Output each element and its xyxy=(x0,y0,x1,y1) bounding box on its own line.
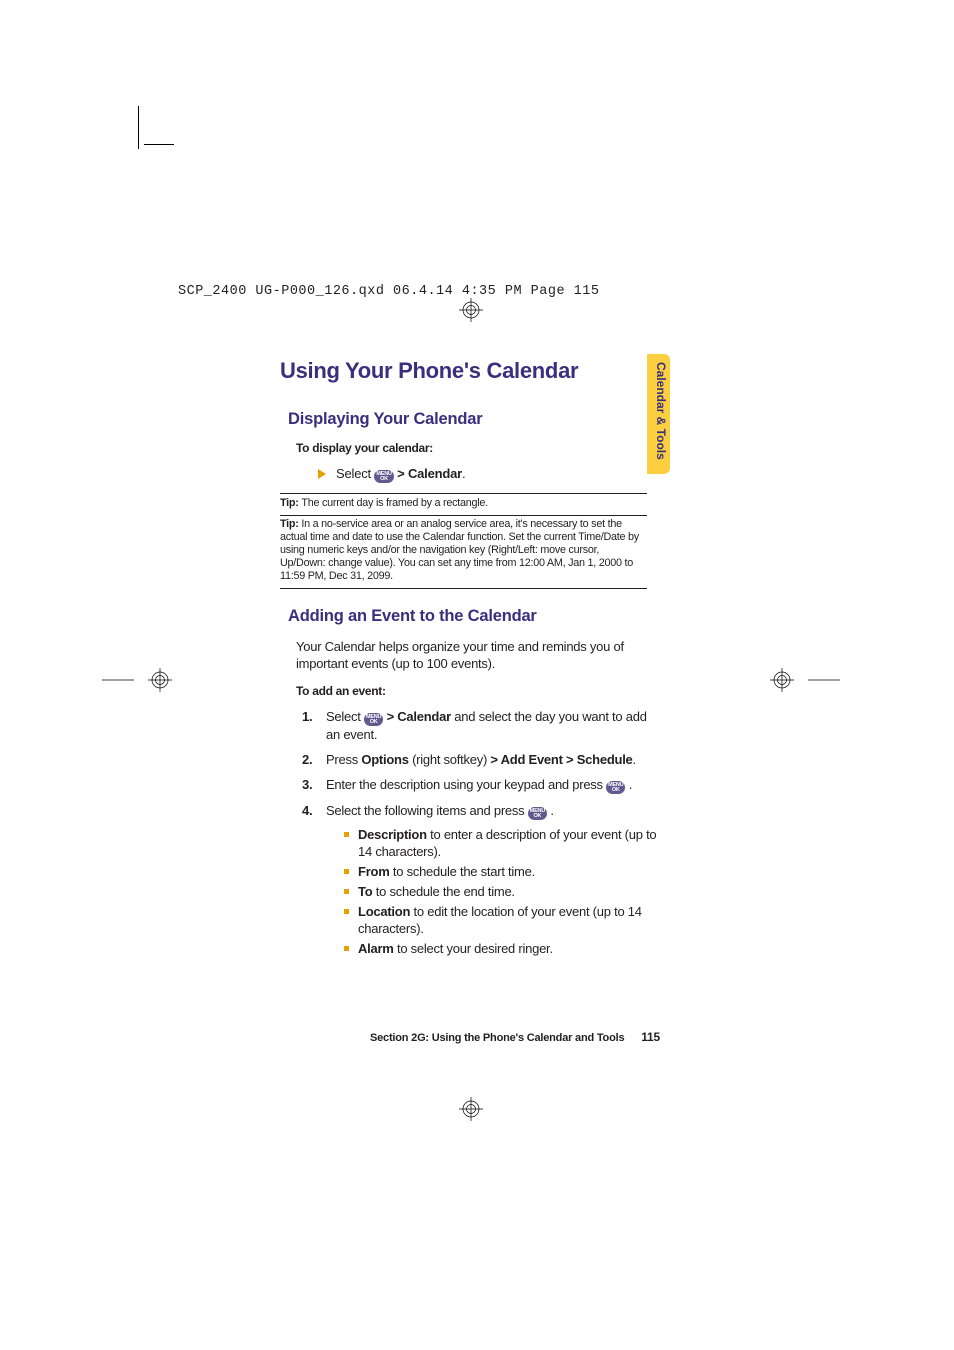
step-text: (right softkey) xyxy=(409,752,491,767)
step-bold: > Add Event > Schedule xyxy=(490,752,632,767)
action-end: . xyxy=(462,466,465,481)
list-item: To to schedule the end time. xyxy=(344,883,660,900)
register-mark-icon xyxy=(459,298,483,322)
menu-ok-button-icon xyxy=(528,807,547,820)
register-mark-right-icon xyxy=(770,668,840,692)
action-prefix: Select xyxy=(336,466,374,481)
bullet-term: Description xyxy=(358,827,427,842)
bullet-term: From xyxy=(358,864,390,879)
steps-list: Select > Calendar and select the day you… xyxy=(296,708,660,957)
tip-body: The current day is framed by a rectangle… xyxy=(301,497,488,509)
register-mark-bottom-icon xyxy=(459,1097,483,1121)
menu-ok-button-icon xyxy=(364,713,383,726)
menu-ok-button-icon xyxy=(606,781,625,794)
tip-label: Tip: xyxy=(280,518,301,530)
arrow-icon xyxy=(318,469,326,479)
page-number: 115 xyxy=(641,1030,660,1044)
section-heading-add: Adding an Event to the Calendar xyxy=(288,607,660,626)
step-text: . xyxy=(547,803,554,818)
step-1: Select > Calendar and select the day you… xyxy=(296,708,660,743)
step-text: Enter the description using your keypad … xyxy=(326,777,606,792)
tip-box-2: Tip: In a no-service area or an analog s… xyxy=(280,515,647,589)
action-bold: > Calendar xyxy=(394,466,462,481)
lead-add: To add an event: xyxy=(296,684,660,698)
step-2: Press Options (right softkey) > Add Even… xyxy=(296,751,660,768)
step-text: . xyxy=(625,777,632,792)
step-text: Select xyxy=(326,709,364,724)
job-line-text: SCP_2400 UG-P000_126.qxd 06.4.14 4:35 PM… xyxy=(178,284,599,299)
bullet-term: Alarm xyxy=(358,941,394,956)
step-3: Enter the description using your keypad … xyxy=(296,776,660,794)
manual-page: SCP_2400 UG-P000_126.qxd 06.4.14 4:35 PM… xyxy=(0,0,954,1350)
page-title: Using Your Phone's Calendar xyxy=(280,358,660,384)
lead-display: To display your calendar: xyxy=(296,441,660,455)
section-heading-display: Displaying Your Calendar xyxy=(288,410,660,429)
menu-ok-button-icon xyxy=(374,470,393,483)
step-bold: Options xyxy=(361,752,408,767)
action-text: Select > Calendar. xyxy=(336,465,465,483)
tip-box-1: Tip: The current day is framed by a rect… xyxy=(280,493,647,516)
crop-mark-horizontal xyxy=(144,144,174,145)
content-column: Using Your Phone's Calendar Displaying Y… xyxy=(280,358,660,965)
crop-mark-vertical xyxy=(138,106,139,149)
step-bold: > Calendar xyxy=(383,709,451,724)
list-item: From to schedule the start time. xyxy=(344,863,660,880)
section2-intro: Your Calendar helps organize your time a… xyxy=(296,638,660,672)
step-4: Select the following items and press . D… xyxy=(296,802,660,957)
print-job-header: SCP_2400 UG-P000_126.qxd 06.4.14 4:35 PM… xyxy=(178,284,599,299)
bullet-list: Description to enter a description of yo… xyxy=(344,826,660,957)
step-text: . xyxy=(633,752,636,767)
tip-body: In a no-service area or an analog servic… xyxy=(280,518,639,582)
bullet-text: to select your desired ringer. xyxy=(394,941,553,956)
step-text: Press xyxy=(326,752,361,767)
list-item: Description to enter a description of yo… xyxy=(344,826,660,860)
bullet-text: to schedule the start time. xyxy=(390,864,535,879)
step-text: Select the following items and press xyxy=(326,803,528,818)
bullet-text: to schedule the end time. xyxy=(372,884,514,899)
bullet-term: Location xyxy=(358,904,410,919)
list-item: Location to edit the location of your ev… xyxy=(344,903,660,937)
bullet-term: To xyxy=(358,884,372,899)
tip-label: Tip: xyxy=(280,497,301,509)
register-mark-left-icon xyxy=(102,668,172,692)
page-footer: Section 2G: Using the Phone's Calendar a… xyxy=(280,1030,660,1044)
action-select-calendar: Select > Calendar. xyxy=(318,465,660,483)
footer-section: Section 2G: Using the Phone's Calendar a… xyxy=(370,1032,624,1044)
list-item: Alarm to select your desired ringer. xyxy=(344,940,660,957)
